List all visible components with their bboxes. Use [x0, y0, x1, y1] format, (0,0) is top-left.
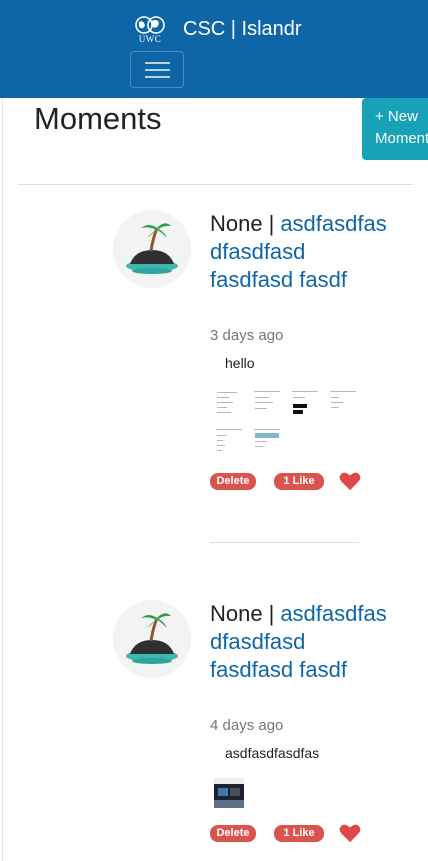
- author-separator: |: [268, 211, 275, 236]
- page-content: Moments + New Moment None | asdfasdfas dfa…: [2, 98, 428, 861]
- delete-button[interactable]: Delete: [210, 473, 256, 490]
- like-count-button[interactable]: 1 Like: [274, 825, 324, 842]
- like-count-button[interactable]: 1 Like: [274, 473, 324, 490]
- delete-button[interactable]: Delete: [210, 825, 256, 842]
- app-title[interactable]: CSC | Islandr: [183, 17, 302, 41]
- divider: [210, 542, 359, 543]
- image-gallery: [214, 778, 374, 810]
- avatar[interactable]: [113, 600, 191, 678]
- avatar[interactable]: [113, 210, 191, 288]
- image-thumbnail[interactable]: [252, 388, 282, 418]
- image-thumbnail[interactable]: [214, 388, 244, 418]
- island-icon: [113, 210, 191, 288]
- heart-icon[interactable]: [339, 471, 361, 491]
- logo-text: UWC: [138, 33, 162, 44]
- menu-toggle-button[interactable]: [130, 51, 184, 88]
- island-icon: [113, 600, 191, 678]
- image-thumbnail[interactable]: [214, 426, 244, 456]
- moment-content: hello: [225, 355, 255, 371]
- globe-icon: [135, 15, 165, 34]
- navbar: UWC CSC | Islandr: [0, 0, 428, 98]
- moment-item: None | asdfasdfas dfasdfasd fasdfasd fasdf…: [3, 600, 428, 850]
- image-thumbnail[interactable]: [252, 426, 282, 456]
- new-moment-label: + New: [375, 108, 418, 125]
- author-prefix: None: [210, 211, 263, 236]
- author-prefix: None: [210, 601, 263, 626]
- image-thumbnail[interactable]: [290, 388, 320, 418]
- page-title: Moments: [34, 101, 162, 136]
- moment-author: None | asdfasdfas dfasdfasd fasdfasd fasdf: [210, 600, 387, 684]
- moment-author: None | asdfasdfas dfasdfasd fasdfasd fasdf: [210, 210, 387, 294]
- hamburger-icon: [145, 76, 170, 78]
- moment-actions: [210, 570, 370, 590]
- image-gallery: [214, 388, 374, 458]
- moment-timestamp: 3 days ago: [210, 327, 284, 344]
- author-separator: |: [268, 601, 275, 626]
- hamburger-icon: [145, 69, 170, 71]
- heart-icon[interactable]: [339, 823, 361, 843]
- image-thumbnail[interactable]: [214, 778, 244, 808]
- image-thumbnail[interactable]: [328, 388, 358, 418]
- uwc-logo: UWC: [132, 12, 168, 46]
- hamburger-icon: [145, 62, 170, 64]
- moment-actions: Delete 1 Like: [210, 823, 370, 843]
- new-moment-label: Moment: [375, 130, 428, 147]
- brand[interactable]: UWC CSC | Islandr: [132, 12, 302, 46]
- moment-actions: Delete 1 Like: [210, 471, 370, 491]
- divider: [18, 184, 413, 185]
- moment-timestamp: 4 days ago: [210, 717, 284, 734]
- new-moment-button[interactable]: + New Moment: [362, 98, 428, 160]
- moment-content: asdfasdfasdfas: [225, 745, 320, 761]
